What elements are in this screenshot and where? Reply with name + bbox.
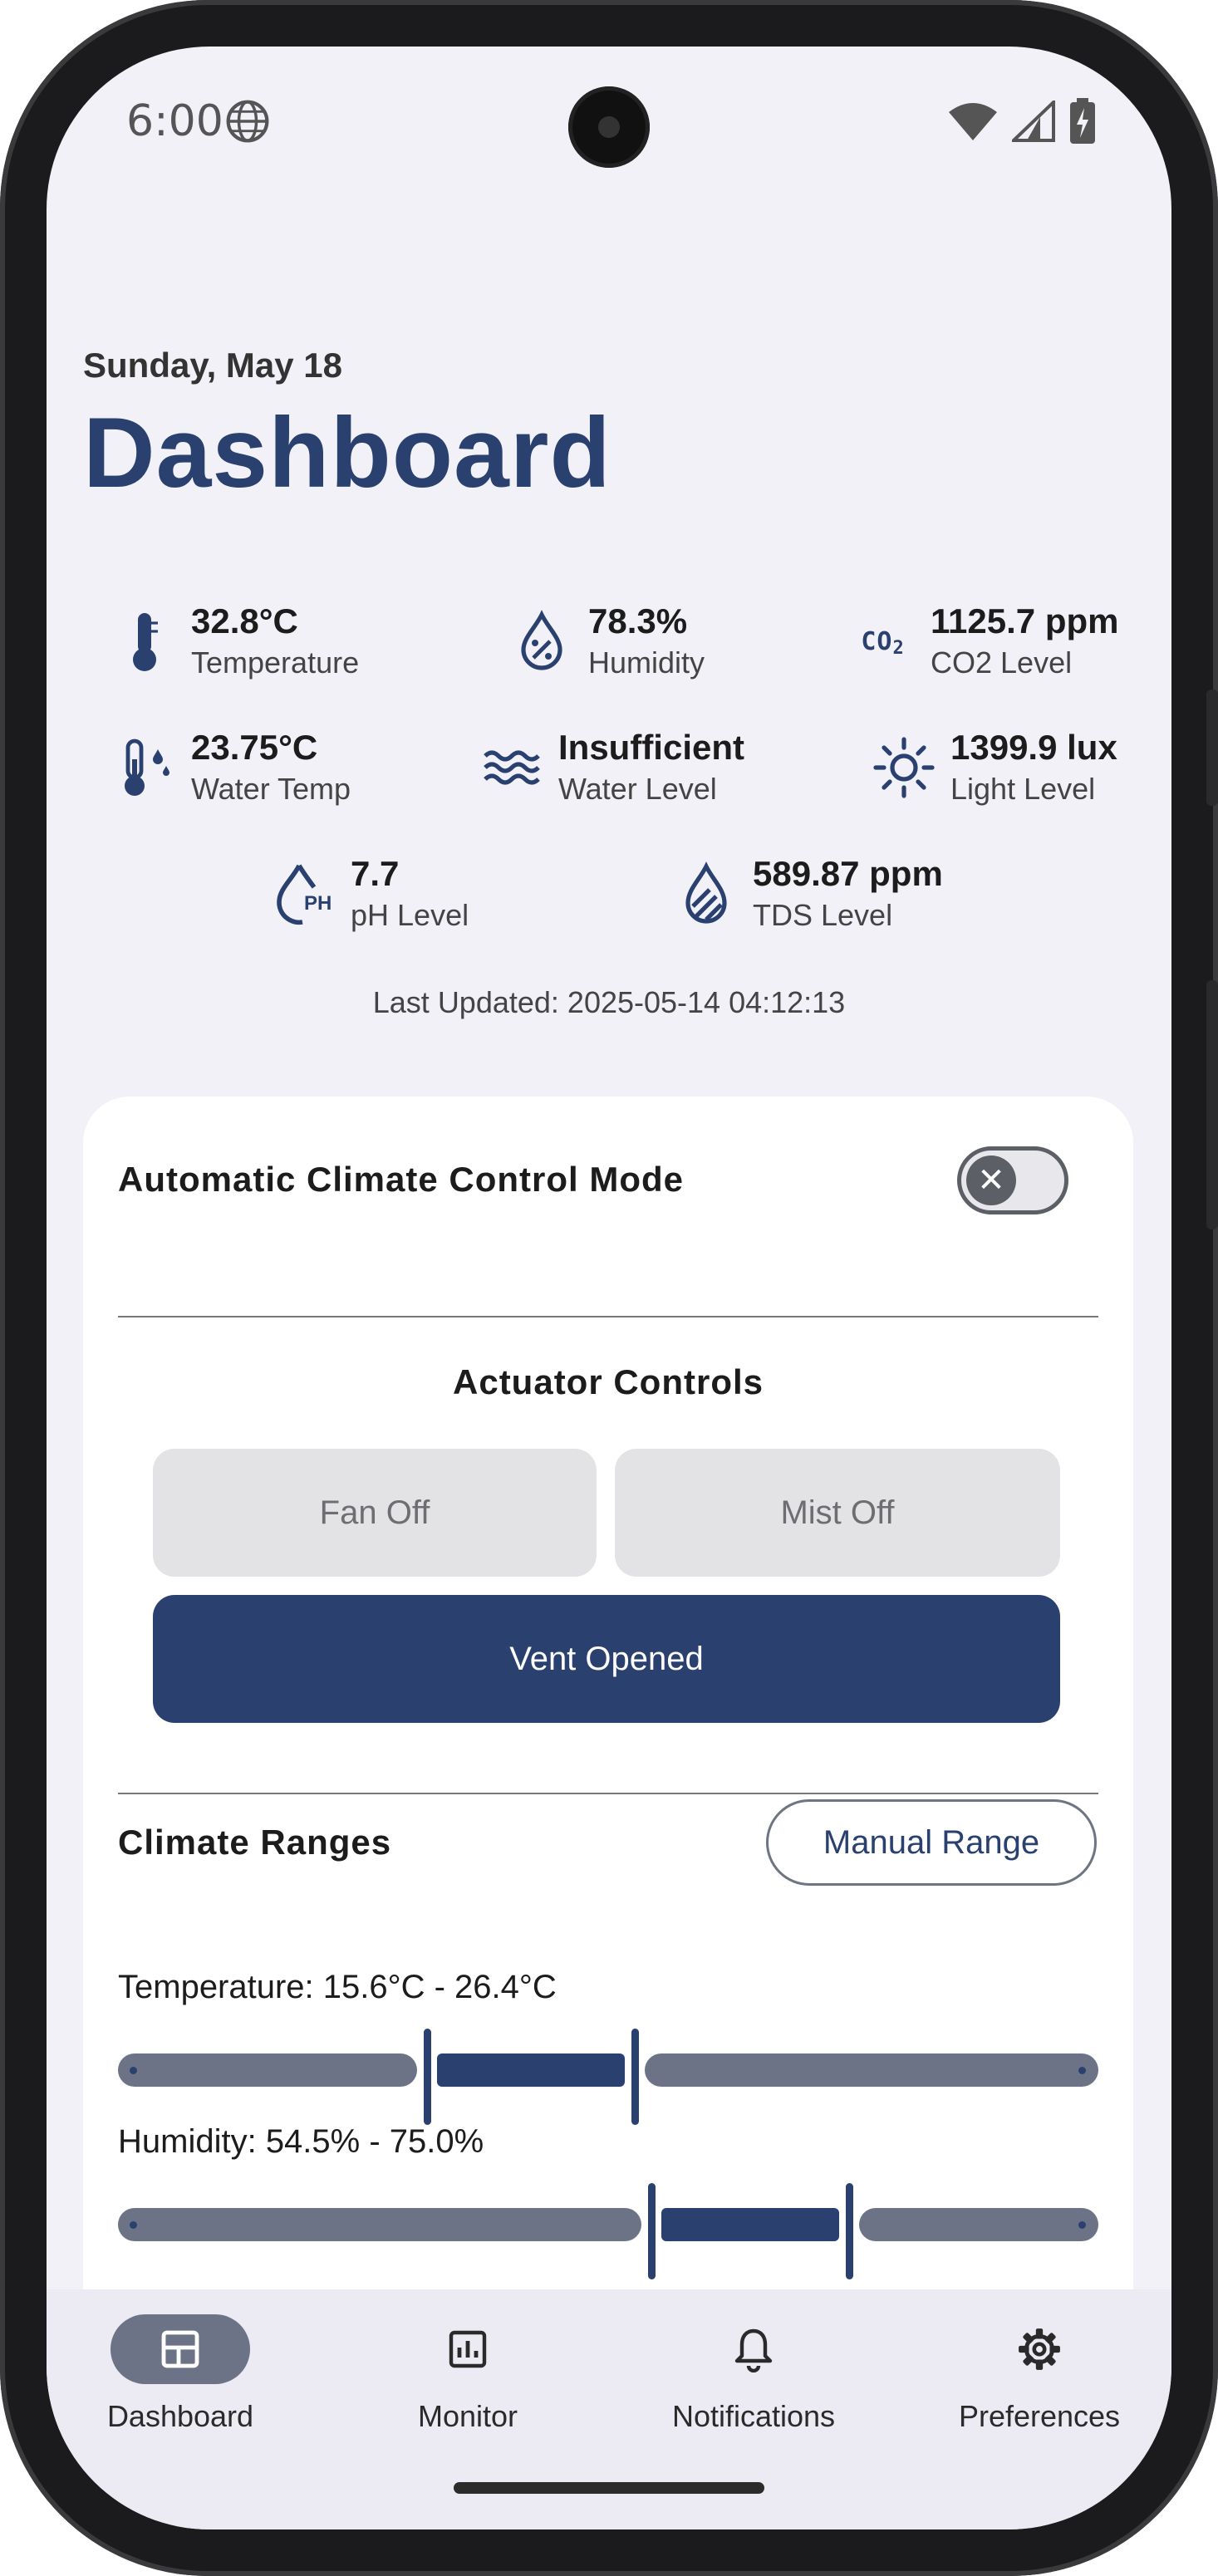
sensor-ph: PH 7.7 pH Level: [271, 852, 469, 935]
sun-icon: [871, 734, 937, 801]
thermometer-icon: [111, 608, 178, 675]
ph-drop-icon: PH: [271, 861, 337, 927]
nav-active-indicator: [111, 2314, 250, 2384]
sensor-water-level: Insufficient Water Level: [479, 726, 744, 809]
sensor-humidity: 78.3% Humidity: [508, 600, 705, 683]
nav-label: Notifications: [671, 2399, 836, 2433]
nav-item-monitor[interactable]: Monitor: [334, 2289, 615, 2456]
slider-end-dot: [130, 2067, 137, 2074]
temperature-range-label: Temperature: 15.6°C - 26.4°C: [118, 1969, 557, 2005]
slider-end-dot: [1078, 2221, 1086, 2229]
nav-item-notifications[interactable]: Notifications: [620, 2289, 901, 2456]
manual-range-button[interactable]: Manual Range: [766, 1799, 1097, 1886]
bell-icon: [734, 2328, 773, 2372]
nav-label: Preferences: [958, 2399, 1121, 2433]
status-icons: [947, 98, 1097, 145]
tds-drop-icon: [673, 861, 739, 927]
sensor-label: Light Level: [950, 772, 1096, 806]
sensor-value: 1399.9 lux: [950, 728, 1117, 767]
climate-ranges-title: Climate Ranges: [118, 1823, 392, 1862]
nav-item-dashboard[interactable]: Dashboard: [47, 2289, 327, 2456]
cell-signal-icon: [1012, 101, 1055, 142]
sensor-tds: 589.87 ppm TDS Level: [673, 852, 943, 935]
sensor-value: 78.3%: [588, 601, 688, 640]
auto-mode-label: Automatic Climate Control Mode: [118, 1160, 685, 1199]
nav-icon-wrap: [398, 2314, 538, 2384]
slider-handle-min[interactable]: [423, 2029, 431, 2125]
volume-up-button: [1206, 689, 1218, 806]
waves-icon: [479, 734, 545, 801]
actuator-controls-title: Actuator Controls: [453, 1362, 764, 1401]
sensor-label: TDS Level: [753, 898, 893, 932]
divider: [118, 1793, 1098, 1794]
slider-handle-max[interactable]: [631, 2029, 640, 2125]
sensor-value: 32.8°C: [191, 601, 298, 640]
slider-handle-max[interactable]: [846, 2183, 853, 2279]
nav-icon-wrap: [684, 2314, 823, 2384]
battery-charging-icon: [1070, 98, 1095, 144]
divider: [118, 1316, 1098, 1317]
dashboard-icon: [161, 2330, 199, 2368]
slider-track-left: [118, 2053, 417, 2087]
sensor-label: CO2 Level: [931, 645, 1073, 680]
climate-control-card: Automatic Climate Control Mode ✕ Actuato…: [83, 1097, 1133, 2343]
last-updated: Last Updated: 2025-05-14 04:12:13: [372, 985, 846, 1019]
header-date: Sunday, May 18: [83, 346, 343, 385]
nav-item-preferences[interactable]: Preferences: [906, 2289, 1171, 2456]
screen: 6:00 Sunday, May 18 Dashboard 32.8°C Tem…: [47, 47, 1171, 2529]
water-temp-icon: [111, 734, 178, 801]
slider-handle-min[interactable]: [648, 2183, 656, 2279]
sensor-light: 1399.9 lux Light Level: [871, 726, 1117, 809]
phone-frame: 6:00 Sunday, May 18 Dashboard 32.8°C Tem…: [0, 0, 1218, 2576]
front-camera: [568, 86, 650, 168]
globe-icon: [226, 100, 269, 143]
sensor-co2: CO 2 1125.7 ppm CO2 Level: [847, 600, 1118, 683]
sensor-label: pH Level: [351, 898, 469, 932]
humidity-range-slider[interactable]: [118, 2183, 1098, 2279]
power-button: [1206, 980, 1218, 1229]
sensor-temperature: 32.8°C Temperature: [111, 600, 359, 683]
status-time: 6:00: [126, 96, 223, 146]
sensor-water-temp: 23.75°C Water Temp: [111, 726, 351, 809]
sensor-label: Water Level: [558, 772, 717, 806]
sensor-value: 23.75°C: [191, 728, 318, 767]
sensor-value: 7.7: [351, 854, 400, 893]
slider-track-right: [859, 2208, 1098, 2241]
gear-icon: [1019, 2328, 1060, 2370]
monitor-chart-icon: [449, 2330, 487, 2368]
wifi-icon: [949, 103, 997, 140]
mist-button[interactable]: Mist Off: [615, 1449, 1060, 1577]
nav-label: Monitor: [417, 2399, 518, 2433]
auto-mode-toggle[interactable]: ✕: [957, 1146, 1068, 1214]
slider-track-selected: [436, 2053, 626, 2087]
vent-button[interactable]: Vent Opened: [153, 1595, 1060, 1723]
page-title: Dashboard: [83, 397, 611, 508]
home-indicator[interactable]: [454, 2482, 764, 2494]
sensor-label: Humidity: [588, 645, 705, 680]
slider-end-dot: [1078, 2067, 1086, 2074]
sensor-value: Insufficient: [558, 728, 745, 767]
sensor-value: 589.87 ppm: [753, 854, 943, 893]
nav-icon-wrap: [970, 2314, 1109, 2384]
co2-icon: CO 2: [861, 626, 904, 659]
nav-label: Dashboard: [106, 2399, 254, 2433]
humidity-drop-icon: [508, 608, 575, 675]
slider-end-dot: [130, 2221, 137, 2229]
temperature-range-slider[interactable]: [118, 2029, 1098, 2125]
close-icon: ✕: [966, 1156, 1016, 1205]
slider-track-right: [645, 2053, 1098, 2087]
sensor-value: 1125.7 ppm: [931, 601, 1119, 640]
sensor-label: Water Temp: [191, 772, 351, 806]
sensor-label: Temperature: [191, 645, 360, 680]
slider-track-left: [118, 2208, 642, 2241]
fan-button[interactable]: Fan Off: [153, 1449, 597, 1577]
slider-track-selected: [661, 2208, 839, 2241]
humidity-range-label: Humidity: 54.5% - 75.0%: [118, 2123, 484, 2160]
